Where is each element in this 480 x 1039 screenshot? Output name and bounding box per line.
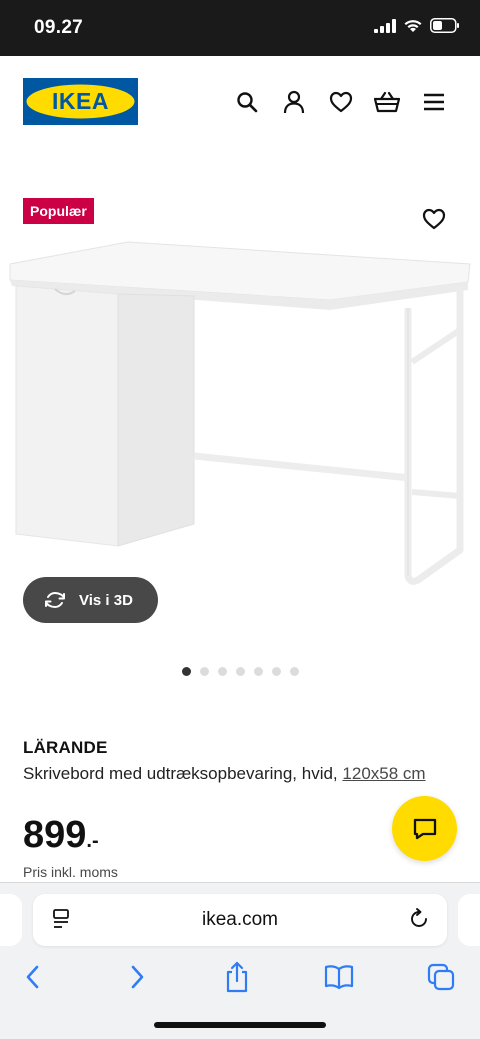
ikea-logo[interactable]: IKEA (23, 78, 138, 125)
browser-toolbar: ikea.com (0, 882, 480, 1039)
favourites-icon[interactable] (328, 89, 354, 115)
bookmarks-button[interactable] (321, 959, 357, 995)
logo-text: IKEA (52, 88, 109, 114)
popular-badge: Populær (23, 198, 94, 224)
chat-icon (413, 818, 436, 839)
share-icon (226, 961, 248, 993)
next-tab-peek[interactable] (458, 894, 480, 946)
wifi-icon (404, 20, 422, 32)
pagination-dot[interactable] (235, 667, 245, 676)
signal-icon (374, 18, 396, 33)
menu-icon[interactable] (421, 89, 447, 115)
basket-icon[interactable] (374, 89, 400, 115)
pagination-dot[interactable] (253, 667, 263, 676)
product-info: LÄRANDE Skrivebord med udtræksopbevaring… (23, 738, 463, 786)
pagination-dot[interactable] (181, 667, 191, 676)
share-button[interactable] (219, 959, 255, 995)
product-image[interactable] (0, 234, 480, 594)
product-name: LÄRANDE (23, 738, 108, 757)
home-indicator (154, 1022, 326, 1028)
search-icon[interactable] (234, 89, 260, 115)
back-button[interactable] (15, 959, 51, 995)
previous-tab-peek[interactable] (0, 894, 22, 946)
chevron-left-icon (26, 965, 39, 989)
pagination-dot[interactable] (217, 667, 227, 676)
reload-icon[interactable] (407, 907, 431, 931)
user-icon[interactable] (281, 89, 307, 115)
battery-icon (430, 18, 459, 33)
product-gallery[interactable]: Populær Vis i 3D (0, 148, 480, 688)
product-description-text: Skrivebord med udtræksopbevaring, hvid, (23, 764, 338, 783)
view-in-3d-label: Vis i 3D (79, 591, 133, 609)
status-time: 09.27 (34, 17, 84, 38)
image-pagination (0, 667, 480, 676)
pagination-dot[interactable] (289, 667, 299, 676)
chat-button[interactable] (392, 796, 457, 861)
rotate-3d-icon (45, 591, 65, 609)
chevron-right-icon (131, 965, 144, 989)
product-price: 899.- (23, 814, 99, 857)
forward-button[interactable] (119, 959, 155, 995)
site-header: IKEA (0, 56, 480, 148)
status-icons (374, 18, 460, 33)
price-suffix: .- (86, 830, 99, 852)
address-bar[interactable]: ikea.com (33, 894, 447, 946)
pagination-dot[interactable] (199, 667, 209, 676)
tabs-icon (427, 963, 455, 991)
status-bar: 09.27 (0, 0, 480, 56)
add-to-favourites-button[interactable] (422, 208, 446, 232)
view-in-3d-button[interactable]: Vis i 3D (23, 577, 158, 623)
book-icon (324, 965, 354, 990)
pagination-dot[interactable] (271, 667, 281, 676)
browser-nav-row (0, 959, 480, 999)
product-description: Skrivebord med udtræksopbevaring, hvid, … (23, 761, 455, 786)
price-value: 899 (23, 814, 87, 856)
product-size-link[interactable]: 120x58 cm (342, 764, 425, 783)
vat-note: Pris inkl. moms (23, 864, 118, 880)
heart-icon (422, 208, 446, 230)
tabs-button[interactable] (423, 959, 459, 995)
url-text: ikea.com (201, 909, 279, 930)
